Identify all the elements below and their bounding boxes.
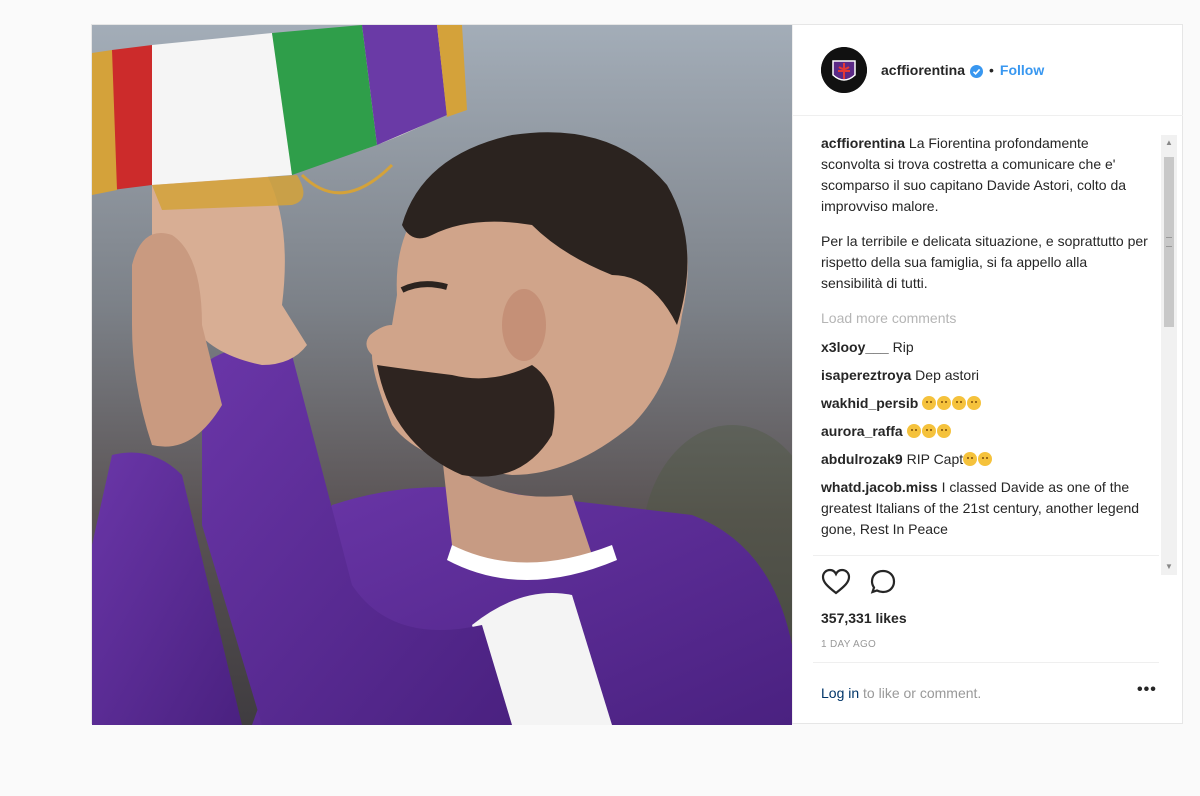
comment-username[interactable]: whatd.jacob.miss	[821, 479, 938, 495]
load-more-comments-button[interactable]: Load more comments	[821, 308, 1151, 329]
comment-username[interactable]: wakhid_persib	[821, 395, 918, 411]
comment-text: Dep astori	[915, 367, 979, 383]
comment: abdulrozak9 RIP Capt	[821, 449, 1151, 470]
comment: aurora_raffa	[821, 421, 1151, 442]
avatar[interactable]	[821, 47, 867, 93]
instagram-post: acffiorentina • Follow acffiorentina La …	[91, 24, 1183, 725]
comment-username[interactable]: aurora_raffa	[821, 423, 903, 439]
scrollbar-thumb[interactable]	[1164, 157, 1174, 327]
verified-badge-icon	[970, 64, 984, 78]
post-sidebar: acffiorentina • Follow acffiorentina La …	[792, 25, 1183, 723]
comment-username[interactable]: x3looy___	[821, 339, 889, 355]
caption-paragraph-1: acffiorentina La Fiorentina profondament…	[821, 133, 1151, 217]
sad-emoji-icon	[936, 424, 951, 438]
comments-section[interactable]: acffiorentina La Fiorentina profondament…	[821, 133, 1151, 553]
follow-button[interactable]: Follow	[1000, 62, 1044, 78]
scrollbar-grip-icon	[1166, 237, 1172, 247]
sad-emoji-icon	[906, 424, 921, 438]
divider	[813, 662, 1159, 663]
comment: wakhid_persib	[821, 393, 1151, 414]
separator-dot: •	[989, 62, 994, 78]
more-options-icon[interactable]: •••	[1137, 681, 1157, 699]
login-prompt: Log in to like or comment.	[821, 685, 981, 701]
comment: whatd.jacob.miss I classed Davide as one…	[821, 477, 1151, 540]
fiorentina-logo-icon	[821, 47, 867, 93]
comment-bubble-icon[interactable]	[869, 568, 897, 601]
sad-emoji-icon	[952, 396, 967, 410]
comment-username[interactable]: abdulrozak9	[821, 451, 903, 467]
login-link[interactable]: Log in	[821, 685, 859, 701]
action-bar	[821, 568, 897, 601]
comment-text: Rip	[892, 339, 914, 355]
comment-text: RIP Capt	[906, 451, 964, 467]
sad-emoji-icon	[921, 424, 936, 438]
crying-emoji-icon	[978, 452, 993, 466]
login-prompt-text: to like or comment.	[859, 685, 982, 701]
caption-paragraph-2: Per la terribile e delicata situazione, …	[821, 233, 1148, 291]
scroll-down-arrow-icon[interactable]: ▼	[1161, 559, 1177, 575]
post-timestamp[interactable]: 1 DAY AGO	[821, 639, 876, 650]
scroll-up-arrow-icon[interactable]: ▲	[1161, 135, 1177, 151]
comment-username[interactable]: isapereztroya	[821, 367, 911, 383]
comment: isapereztroya Dep astori	[821, 365, 1151, 386]
caption: acffiorentina La Fiorentina profondament…	[821, 133, 1151, 294]
caption-username[interactable]: acffiorentina	[821, 135, 905, 151]
comments-scrollbar[interactable]: ▲ ▼	[1161, 135, 1177, 575]
likes-count[interactable]: 357,331 likes	[821, 610, 907, 626]
sad-emoji-icon	[937, 396, 952, 410]
post-photo[interactable]	[92, 25, 792, 725]
post-header: acffiorentina • Follow	[793, 25, 1183, 116]
divider	[813, 555, 1159, 556]
comment: x3looy___ Rip	[821, 337, 1151, 358]
like-heart-icon[interactable]	[821, 568, 851, 601]
sad-emoji-icon	[922, 396, 937, 410]
sad-emoji-icon	[967, 396, 982, 410]
photo-illustration	[92, 25, 792, 725]
header-username[interactable]: acffiorentina	[881, 62, 965, 78]
crying-emoji-icon	[963, 452, 978, 466]
